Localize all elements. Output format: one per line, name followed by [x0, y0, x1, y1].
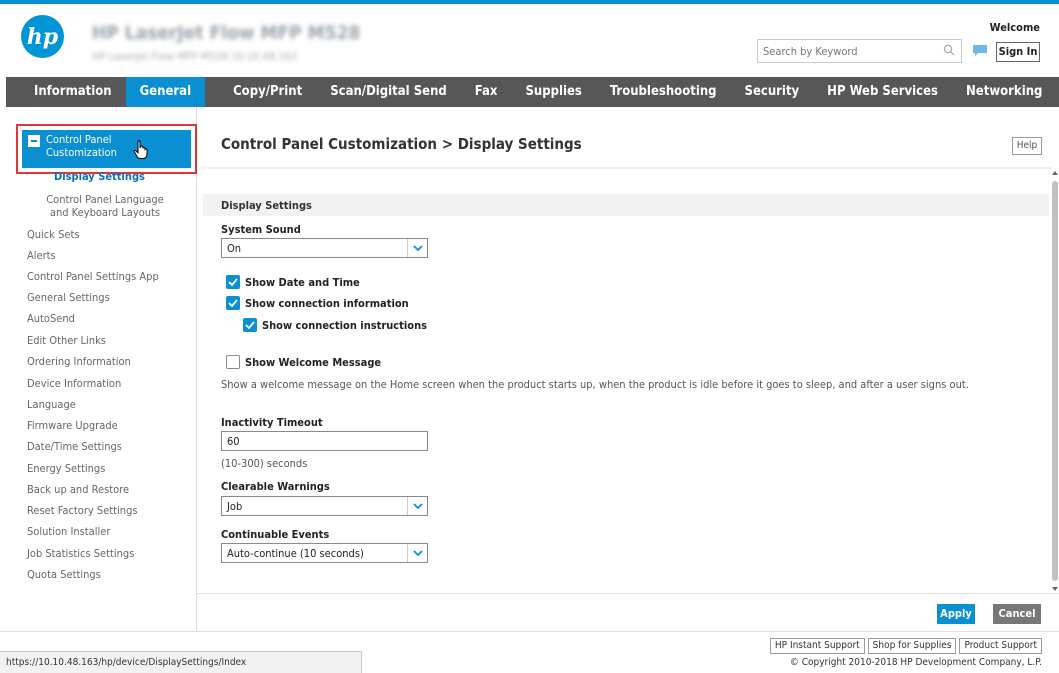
- continuable-events-select[interactable]: Auto-continue (10 seconds): [221, 543, 428, 563]
- sign-in-button[interactable]: Sign In: [996, 42, 1040, 62]
- clearable-warnings-label: Clearable Warnings: [221, 480, 330, 493]
- tab-information[interactable]: Information: [6, 77, 126, 107]
- footer-links: HP Instant Support Shop for Supplies Pro…: [767, 638, 1042, 654]
- sidebar-item-solution-installer[interactable]: Solution Installer: [27, 525, 110, 538]
- sidebar-item-reset-factory-settings[interactable]: Reset Factory Settings: [27, 504, 138, 517]
- sidebar-item-general-settings[interactable]: General Settings: [27, 291, 110, 304]
- tab-scan-digital-send[interactable]: Scan/Digital Send: [316, 77, 461, 107]
- system-sound-label: System Sound: [221, 223, 301, 236]
- search-icon[interactable]: [943, 44, 955, 56]
- action-divider: [197, 593, 1059, 594]
- help-button[interactable]: Help: [1012, 137, 1042, 155]
- show-connection-instructions-checkbox-row[interactable]: Show connection instructions: [243, 318, 427, 332]
- clearable-warnings-value: Job: [227, 500, 243, 513]
- continuable-events-value: Auto-continue (10 seconds): [227, 547, 364, 560]
- tab-general[interactable]: General: [125, 77, 206, 107]
- header: hp HP LaserJet Flow MFP M528 HP LaserJet…: [0, 4, 1059, 77]
- show-connection-instructions-label: Show connection instructions: [262, 318, 428, 332]
- sidebar-item-language[interactable]: Language: [27, 398, 76, 411]
- sidebar-item-autosend[interactable]: AutoSend: [27, 312, 75, 325]
- sidebar-item-control-panel-customization[interactable]: Control Panel Customization: [22, 130, 191, 168]
- chevron-down-icon: [407, 544, 427, 562]
- sidebar-item-ordering-information[interactable]: Ordering Information: [27, 355, 131, 368]
- welcome-message-description: Show a welcome message on the Home scree…: [221, 378, 969, 391]
- sidebar-item-control-panel-settings-app[interactable]: Control Panel Settings App: [27, 270, 159, 283]
- system-sound-value: On: [227, 242, 242, 255]
- show-connection-info-checkbox-row[interactable]: Show connection information: [226, 296, 409, 310]
- inactivity-timeout-label: Inactivity Timeout: [221, 416, 323, 429]
- sidebar-item-quick-sets[interactable]: Quick Sets: [27, 228, 80, 241]
- chevron-down-icon: [407, 239, 427, 257]
- scroll-up-arrow-icon[interactable]: [1052, 171, 1058, 175]
- hand-cursor-icon: [133, 140, 148, 159]
- copyright-text: © Copyright 2010-2018 HP Development Com…: [789, 657, 1042, 668]
- tab-supplies[interactable]: Supplies: [511, 77, 595, 107]
- sidebar-subitem-display-settings[interactable]: Display Settings: [54, 170, 145, 183]
- scroll-down-arrow-icon[interactable]: [1052, 587, 1058, 591]
- sidebar-item-alerts[interactable]: Alerts: [27, 249, 56, 262]
- main-content: Control Panel Customization > Display Se…: [197, 107, 1059, 631]
- vertical-scrollbar[interactable]: [1051, 171, 1059, 591]
- sidebar-item-back-up-and-restore[interactable]: Back up and Restore: [27, 483, 129, 496]
- footer-link-hp-instant-support[interactable]: HP Instant Support: [769, 638, 865, 654]
- inactivity-timeout-value: 60: [227, 435, 240, 448]
- sidebar-item-label: Control Panel Customization: [46, 133, 117, 159]
- system-sound-select[interactable]: On: [221, 238, 428, 258]
- device-subtitle: HP LaserJet Flow MFP M528 10.10.48.163: [92, 50, 298, 63]
- show-connection-instructions-checkbox[interactable]: [243, 318, 257, 332]
- hp-logo[interactable]: hp: [21, 15, 64, 58]
- footer-link-product-support[interactable]: Product Support: [959, 638, 1042, 654]
- sidebar-item-firmware-upgrade[interactable]: Firmware Upgrade: [27, 419, 118, 432]
- show-date-time-checkbox[interactable]: [226, 275, 240, 289]
- show-welcome-message-label: Show Welcome Message: [245, 355, 382, 369]
- device-name: HP LaserJet Flow MFP M528: [92, 22, 361, 44]
- status-url: https://10.10.48.163/hp/device/DisplaySe…: [6, 657, 247, 668]
- inactivity-timeout-input[interactable]: 60: [221, 431, 428, 451]
- scroll-thumb[interactable]: [1052, 181, 1058, 581]
- show-date-time-checkbox-row[interactable]: Show Date and Time: [226, 275, 360, 289]
- chevron-down-icon: [407, 497, 427, 515]
- tab-hp-web-services[interactable]: HP Web Services: [813, 77, 952, 107]
- hp-logo-text: hp: [26, 23, 59, 50]
- tab-troubleshooting[interactable]: Troubleshooting: [596, 77, 731, 107]
- sidebar-item-date-time-settings[interactable]: Date/Time Settings: [27, 440, 122, 453]
- show-welcome-message-checkbox-row[interactable]: Show Welcome Message: [226, 355, 381, 369]
- tab-fax[interactable]: Fax: [461, 77, 512, 107]
- search-input[interactable]: [758, 40, 938, 62]
- chat-icon[interactable]: [972, 44, 988, 58]
- footer-link-shop-for-supplies[interactable]: Shop for Supplies: [867, 638, 957, 654]
- sidebar-item-control-panel-customization-highlight: Control Panel Customization: [16, 124, 197, 174]
- show-connection-info-label: Show connection information: [245, 296, 409, 310]
- tab-copy-print[interactable]: Copy/Print: [205, 77, 316, 107]
- page-title: Control Panel Customization > Display Se…: [221, 135, 582, 153]
- tab-networking[interactable]: Networking: [952, 77, 1056, 107]
- sidebar: Control Panel Customization Display Sett…: [6, 107, 197, 631]
- clearable-warnings-select[interactable]: Job: [221, 496, 428, 516]
- show-welcome-message-checkbox[interactable]: [226, 355, 240, 369]
- welcome-text: Welcome: [989, 21, 1040, 34]
- sidebar-item-device-information[interactable]: Device Information: [27, 377, 121, 390]
- continuable-events-label: Continuable Events: [221, 528, 330, 541]
- sidebar-item-edit-other-links[interactable]: Edit Other Links: [27, 334, 106, 347]
- sidebar-item-energy-settings[interactable]: Energy Settings: [27, 462, 105, 475]
- tab-security[interactable]: Security: [731, 77, 814, 107]
- show-date-time-label: Show Date and Time: [245, 275, 360, 289]
- section-header: Display Settings: [203, 194, 1049, 216]
- apply-button[interactable]: Apply: [937, 604, 975, 624]
- main-nav: Information General Copy/Print Scan/Digi…: [6, 77, 1059, 107]
- title-divider: [201, 167, 1052, 169]
- search-box[interactable]: [757, 39, 962, 63]
- cancel-button[interactable]: Cancel: [993, 604, 1041, 624]
- browser-status-bar: https://10.10.48.163/hp/device/DisplaySe…: [0, 651, 362, 673]
- sidebar-subitem-control-panel-language[interactable]: Control Panel Language and Keyboard Layo…: [46, 193, 164, 219]
- collapse-icon[interactable]: [28, 135, 40, 147]
- inactivity-timeout-hint: (10-300) seconds: [221, 457, 308, 470]
- sidebar-item-job-statistics-settings[interactable]: Job Statistics Settings: [27, 547, 134, 560]
- sidebar-item-quota-settings[interactable]: Quota Settings: [27, 568, 101, 581]
- show-connection-info-checkbox[interactable]: [226, 296, 240, 310]
